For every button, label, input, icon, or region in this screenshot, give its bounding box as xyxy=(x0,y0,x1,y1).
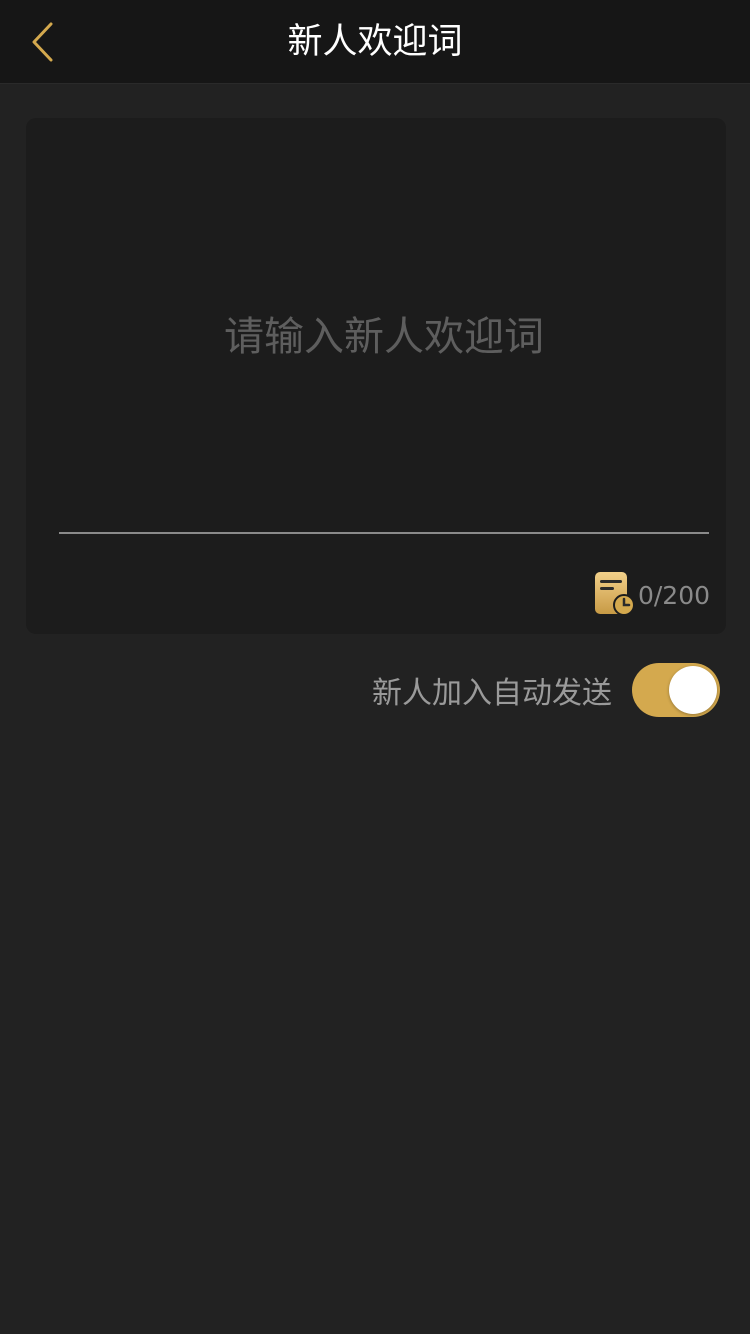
auto-send-setting: 新人加入自动发送 xyxy=(372,662,720,718)
welcome-message-input[interactable] xyxy=(59,138,709,534)
auto-send-toggle[interactable] xyxy=(632,663,720,717)
character-counter: 0/200 xyxy=(637,581,710,610)
document-clock-icon xyxy=(595,572,635,616)
toggle-knob xyxy=(669,666,717,714)
welcome-editor-card: 0/200 xyxy=(26,118,726,634)
template-button[interactable] xyxy=(594,571,636,617)
navigation-bar: 新人欢迎词 xyxy=(0,0,750,84)
page-title: 新人欢迎词 xyxy=(287,22,463,62)
auto-send-label: 新人加入自动发送 xyxy=(372,676,612,711)
